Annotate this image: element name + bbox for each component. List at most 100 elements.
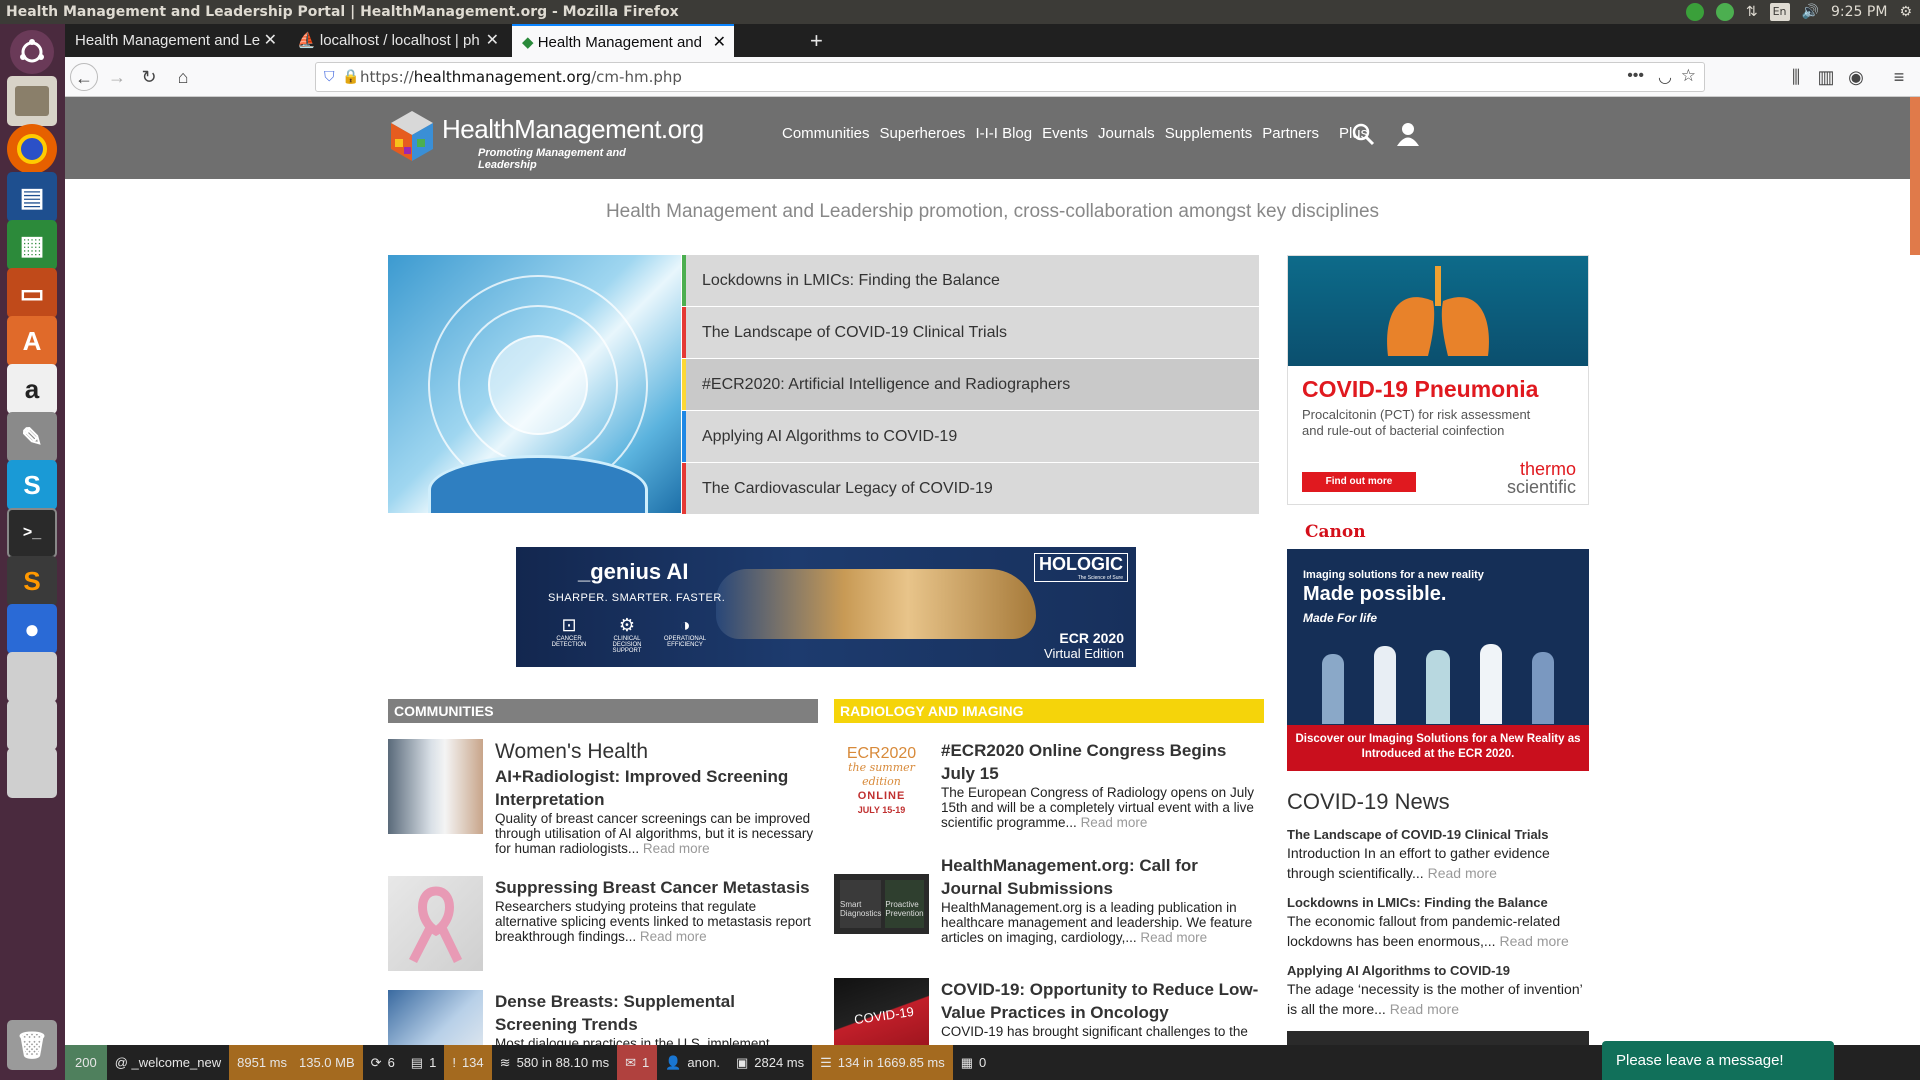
browser-tab-active[interactable]: ◆ Health Management and ✕ <box>512 24 734 57</box>
article-item[interactable]: Smart Diagnostics Proactive Prevention H… <box>834 854 1264 959</box>
network-icon[interactable]: ⇅ <box>1746 0 1758 24</box>
browser-tab[interactable]: Health Management and Le ✕ <box>65 24 285 57</box>
sync-icon[interactable] <box>1715 3 1734 21</box>
library-icon[interactable]: ⫼ <box>1782 63 1810 91</box>
amazon-icon[interactable]: a <box>7 364 57 414</box>
menu-icon[interactable]: ≡ <box>1885 63 1913 91</box>
read-more-link[interactable]: Read more <box>1140 930 1207 945</box>
cache-panel[interactable]: ☰ 134 in 1669.85 ms <box>812 1045 953 1080</box>
settings-gear-icon[interactable]: ⚙ <box>1899 0 1912 24</box>
url-bar[interactable]: ⛉ 🔒 https://healthmanagement.org/cm-hm.p… <box>315 62 1705 92</box>
terminal-icon[interactable]: >_ <box>7 508 57 558</box>
nav-supplements[interactable]: Supplements <box>1165 125 1253 142</box>
firefox-icon[interactable] <box>7 124 57 174</box>
calc-icon[interactable]: ▦ <box>7 220 57 270</box>
article-title[interactable]: COVID-19: Opportunity to Reduce Low-Valu… <box>941 978 1261 1024</box>
writer-icon[interactable]: ▤ <box>7 172 57 222</box>
system-settings-icon[interactable]: ✎ <box>7 412 57 462</box>
communities-header[interactable]: COMMUNITIES <box>388 699 818 723</box>
article-item[interactable]: ECR2020 the summer edition ONLINE JULY 1… <box>834 739 1264 844</box>
article-thumbnail[interactable]: ECR2020 the summer edition ONLINE JULY 1… <box>834 739 929 834</box>
software-center-icon[interactable]: A <box>7 316 57 366</box>
docs-panel[interactable]: ▤ 1 <box>403 1045 445 1080</box>
article-title[interactable]: HealthManagement.org: Call for Journal S… <box>941 854 1261 900</box>
nav-journals[interactable]: Journals <box>1098 125 1155 142</box>
article-item[interactable]: Suppressing Breast Cancer Metastasis Res… <box>388 876 818 971</box>
article-title[interactable]: Dense Breasts: Supplemental Screening Tr… <box>495 990 815 1036</box>
news-item[interactable]: Lockdowns in LMICs: Finding the Balance … <box>1287 894 1592 951</box>
nav-events[interactable]: Events <box>1042 125 1088 142</box>
sidebar-icon[interactable]: ▥ <box>1812 63 1840 91</box>
user-panel[interactable]: 👤 anon. <box>657 1045 728 1080</box>
clock[interactable]: 9:25 PM <box>1831 0 1887 24</box>
news-title[interactable]: Applying AI Algorithms to COVID-19 <box>1287 962 1592 979</box>
new-tab-button[interactable]: + <box>810 24 823 57</box>
forms-panel[interactable]: ⟳ 6 <box>363 1045 403 1080</box>
nav-communities[interactable]: Communities <box>782 125 870 142</box>
close-tab-icon[interactable]: ✕ <box>713 26 726 57</box>
lock-icon[interactable]: 🔒 <box>342 68 359 85</box>
account-icon[interactable]: ◉ <box>1842 63 1870 91</box>
news-item[interactable]: The Landscape of COVID-19 Clinical Trial… <box>1287 826 1592 883</box>
drive-icon[interactable] <box>7 652 57 702</box>
close-tab-icon[interactable]: ✕ <box>486 24 499 57</box>
back-button[interactable]: ← <box>70 63 98 91</box>
impress-icon[interactable]: ▭ <box>7 268 57 318</box>
hero-item[interactable]: Lockdowns in LMICs: Finding the Balance <box>682 255 1259 306</box>
article-category[interactable]: Women's Health <box>495 739 815 765</box>
find-out-more-button[interactable]: Find out more <box>1302 472 1416 492</box>
read-more-link[interactable]: Read more <box>1499 933 1568 949</box>
drive-icon[interactable] <box>7 748 57 798</box>
files-icon[interactable] <box>7 76 57 126</box>
forward-button[interactable]: → <box>103 63 131 91</box>
drive-icon[interactable] <box>7 700 57 750</box>
hologic-ad-banner[interactable]: _genius AI SHARPER. SMARTER. FASTER. ⊡ CA… <box>516 547 1136 667</box>
radiology-header[interactable]: RADIOLOGY AND IMAGING <box>834 699 1264 723</box>
ad-footer[interactable]: Discover our Imaging Solutions for a New… <box>1287 725 1589 771</box>
update-check-icon[interactable] <box>1685 3 1704 21</box>
skype-icon[interactable]: S <box>7 460 57 510</box>
nav-blog[interactable]: I-I-I Blog <box>975 125 1032 142</box>
warnings-panel[interactable]: ! 134 <box>444 1045 492 1080</box>
keyboard-language-indicator[interactable]: En <box>1769 3 1790 21</box>
read-more-link[interactable]: Read more <box>640 929 707 944</box>
misc-panel[interactable]: ▦ 0 <box>953 1045 995 1080</box>
browser-tab[interactable]: ⛵ localhost / localhost | ph ✕ <box>287 24 507 57</box>
status-code[interactable]: 200 <box>65 1045 107 1080</box>
article-item[interactable]: Dense Breasts: Supplemental Screening Tr… <box>388 990 818 1045</box>
article-thumbnail[interactable] <box>388 876 483 971</box>
news-title[interactable]: Lockdowns in LMICs: Finding the Balance <box>1287 894 1592 911</box>
news-title[interactable]: The Landscape of COVID-19 Clinical Trial… <box>1287 826 1592 843</box>
article-item[interactable]: COVID-19 COVID-19: Opportunity to Reduce… <box>834 978 1264 1045</box>
site-logo[interactable]: HealthManagement.org Promoting Managemen… <box>387 109 704 171</box>
hero-item-selected[interactable]: #ECR2020: Artificial Intelligence and Ra… <box>682 359 1259 410</box>
read-more-link[interactable]: Read more <box>1081 815 1148 830</box>
route-name[interactable]: @ _welcome_new <box>107 1045 229 1080</box>
volume-icon[interactable]: 🔊 <box>1802 0 1819 24</box>
article-item[interactable]: Women's Health AI+Radiologist: Improved … <box>388 739 818 856</box>
reload-button[interactable]: ↻ <box>135 63 163 91</box>
search-icon[interactable] <box>1350 121 1376 147</box>
canon-logo[interactable]: Canon <box>1305 522 1366 542</box>
sublime-text-icon[interactable]: S <box>7 556 57 606</box>
page-scrollbar-thumb[interactable] <box>1910 97 1920 255</box>
hero-image[interactable] <box>388 255 681 513</box>
tracking-shield-icon[interactable]: ⛉ <box>324 68 335 85</box>
canon-ad[interactable]: Imaging solutions for a new reality Made… <box>1287 549 1589 771</box>
nav-partners[interactable]: Partners <box>1262 125 1319 142</box>
app-icon[interactable]: ● <box>7 604 57 654</box>
article-title[interactable]: Suppressing Breast Cancer Metastasis <box>495 876 815 899</box>
article-thumbnail[interactable] <box>388 990 483 1045</box>
article-title[interactable]: #ECR2020 Online Congress Begins July 15 <box>941 739 1261 785</box>
perf-panel[interactable]: 8951 ms 135.0 MB <box>229 1045 363 1080</box>
article-thumbnail[interactable]: COVID-19 <box>834 978 929 1045</box>
article-title[interactable]: AI+Radiologist: Improved Screening Inter… <box>495 765 815 811</box>
trash-icon[interactable]: 🗑 <box>7 1020 57 1070</box>
chat-widget[interactable]: Please leave a message! <box>1602 1041 1834 1080</box>
hero-item[interactable]: The Cardiovascular Legacy of COVID-19 <box>682 463 1259 514</box>
hero-item[interactable]: The Landscape of COVID-19 Clinical Trial… <box>682 307 1259 358</box>
page-actions-icon[interactable]: ••• <box>1627 67 1644 85</box>
read-more-link[interactable]: Read more <box>1390 1001 1459 1017</box>
article-thumbnail[interactable] <box>388 739 483 834</box>
read-more-link[interactable]: Read more <box>1428 865 1497 881</box>
